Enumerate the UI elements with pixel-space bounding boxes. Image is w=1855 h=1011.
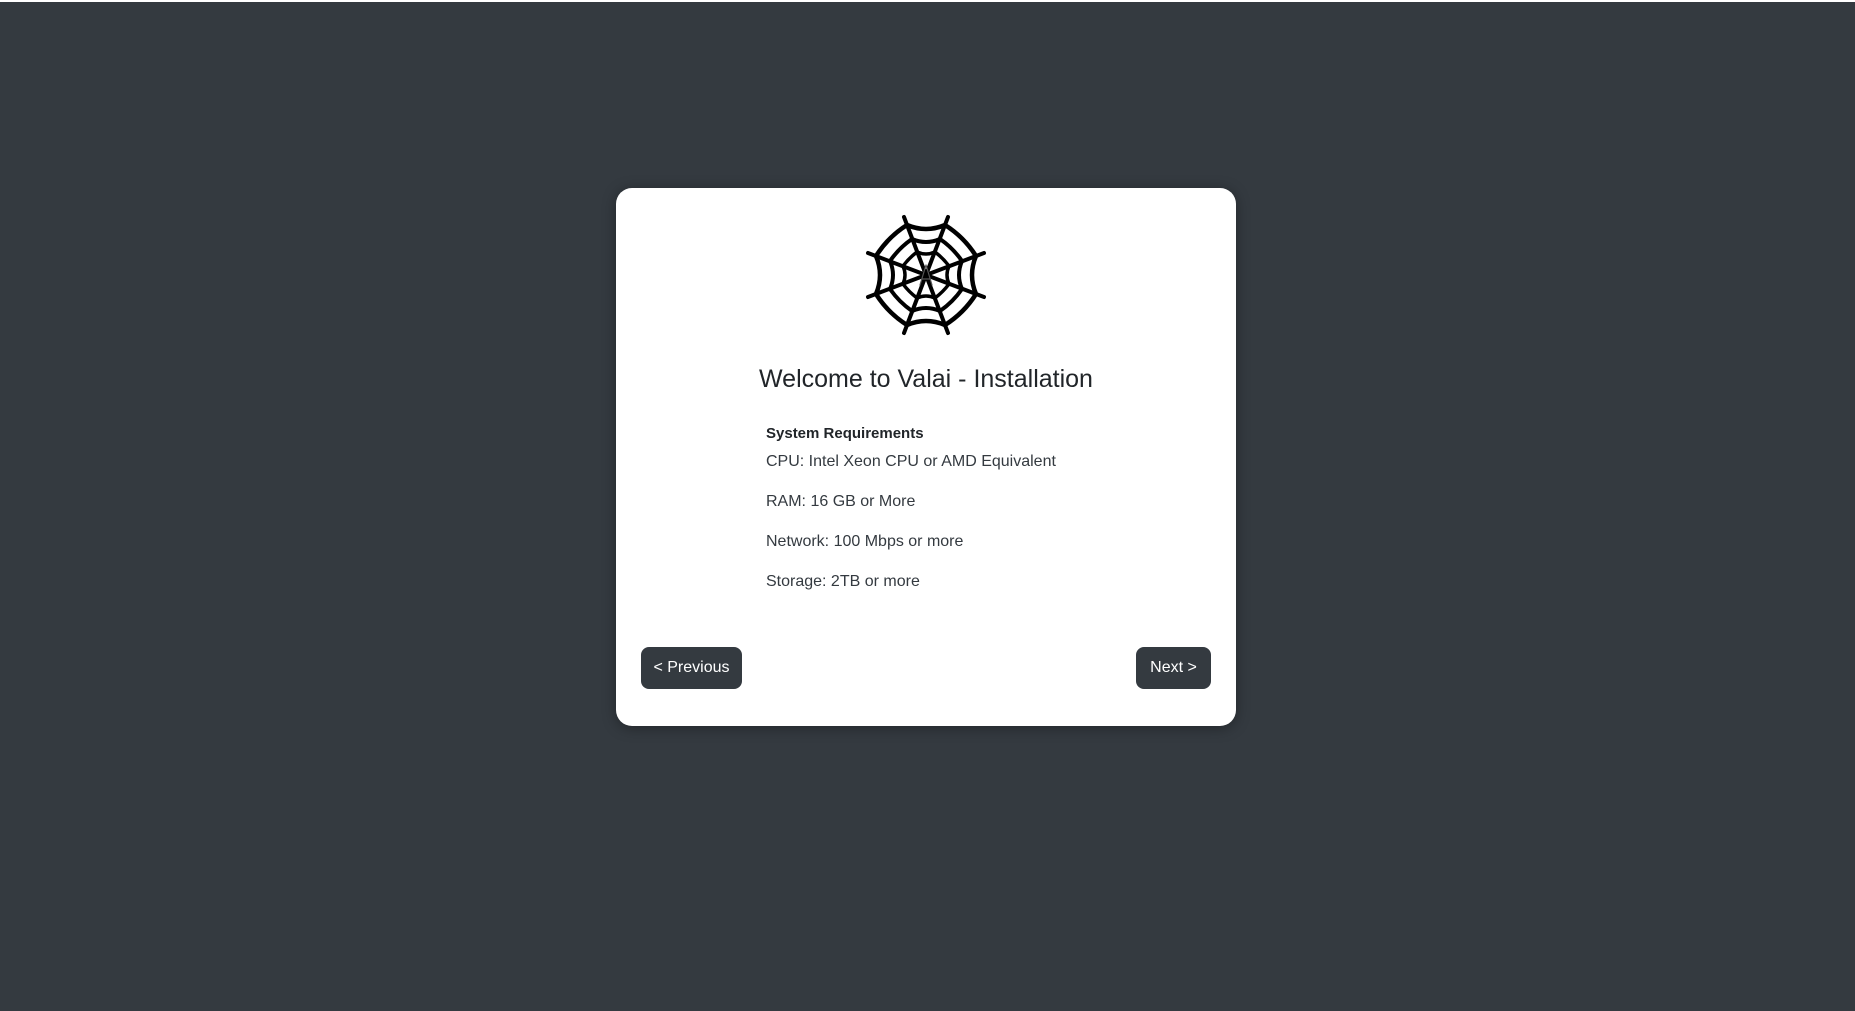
requirement-ram: RAM: 16 GB or More	[766, 493, 916, 510]
system-requirements-section: System Requirements CPU: Intel Xeon CPU …	[766, 425, 1186, 613]
installer-card: Welcome to Valai - Installation System R…	[616, 188, 1236, 726]
page-title: Welcome to Valai - Installation	[759, 365, 1093, 393]
previous-button[interactable]: < Previous	[641, 647, 742, 689]
requirements-heading: System Requirements	[766, 425, 924, 442]
spider-web-icon	[865, 214, 987, 336]
requirement-cpu: CPU: Intel Xeon CPU or AMD Equivalent	[766, 453, 1056, 470]
requirement-storage: Storage: 2TB or more	[766, 573, 920, 590]
top-edge-strip	[0, 0, 1855, 2]
requirement-network: Network: 100 Mbps or more	[766, 533, 964, 550]
next-button[interactable]: Next >	[1136, 647, 1211, 689]
